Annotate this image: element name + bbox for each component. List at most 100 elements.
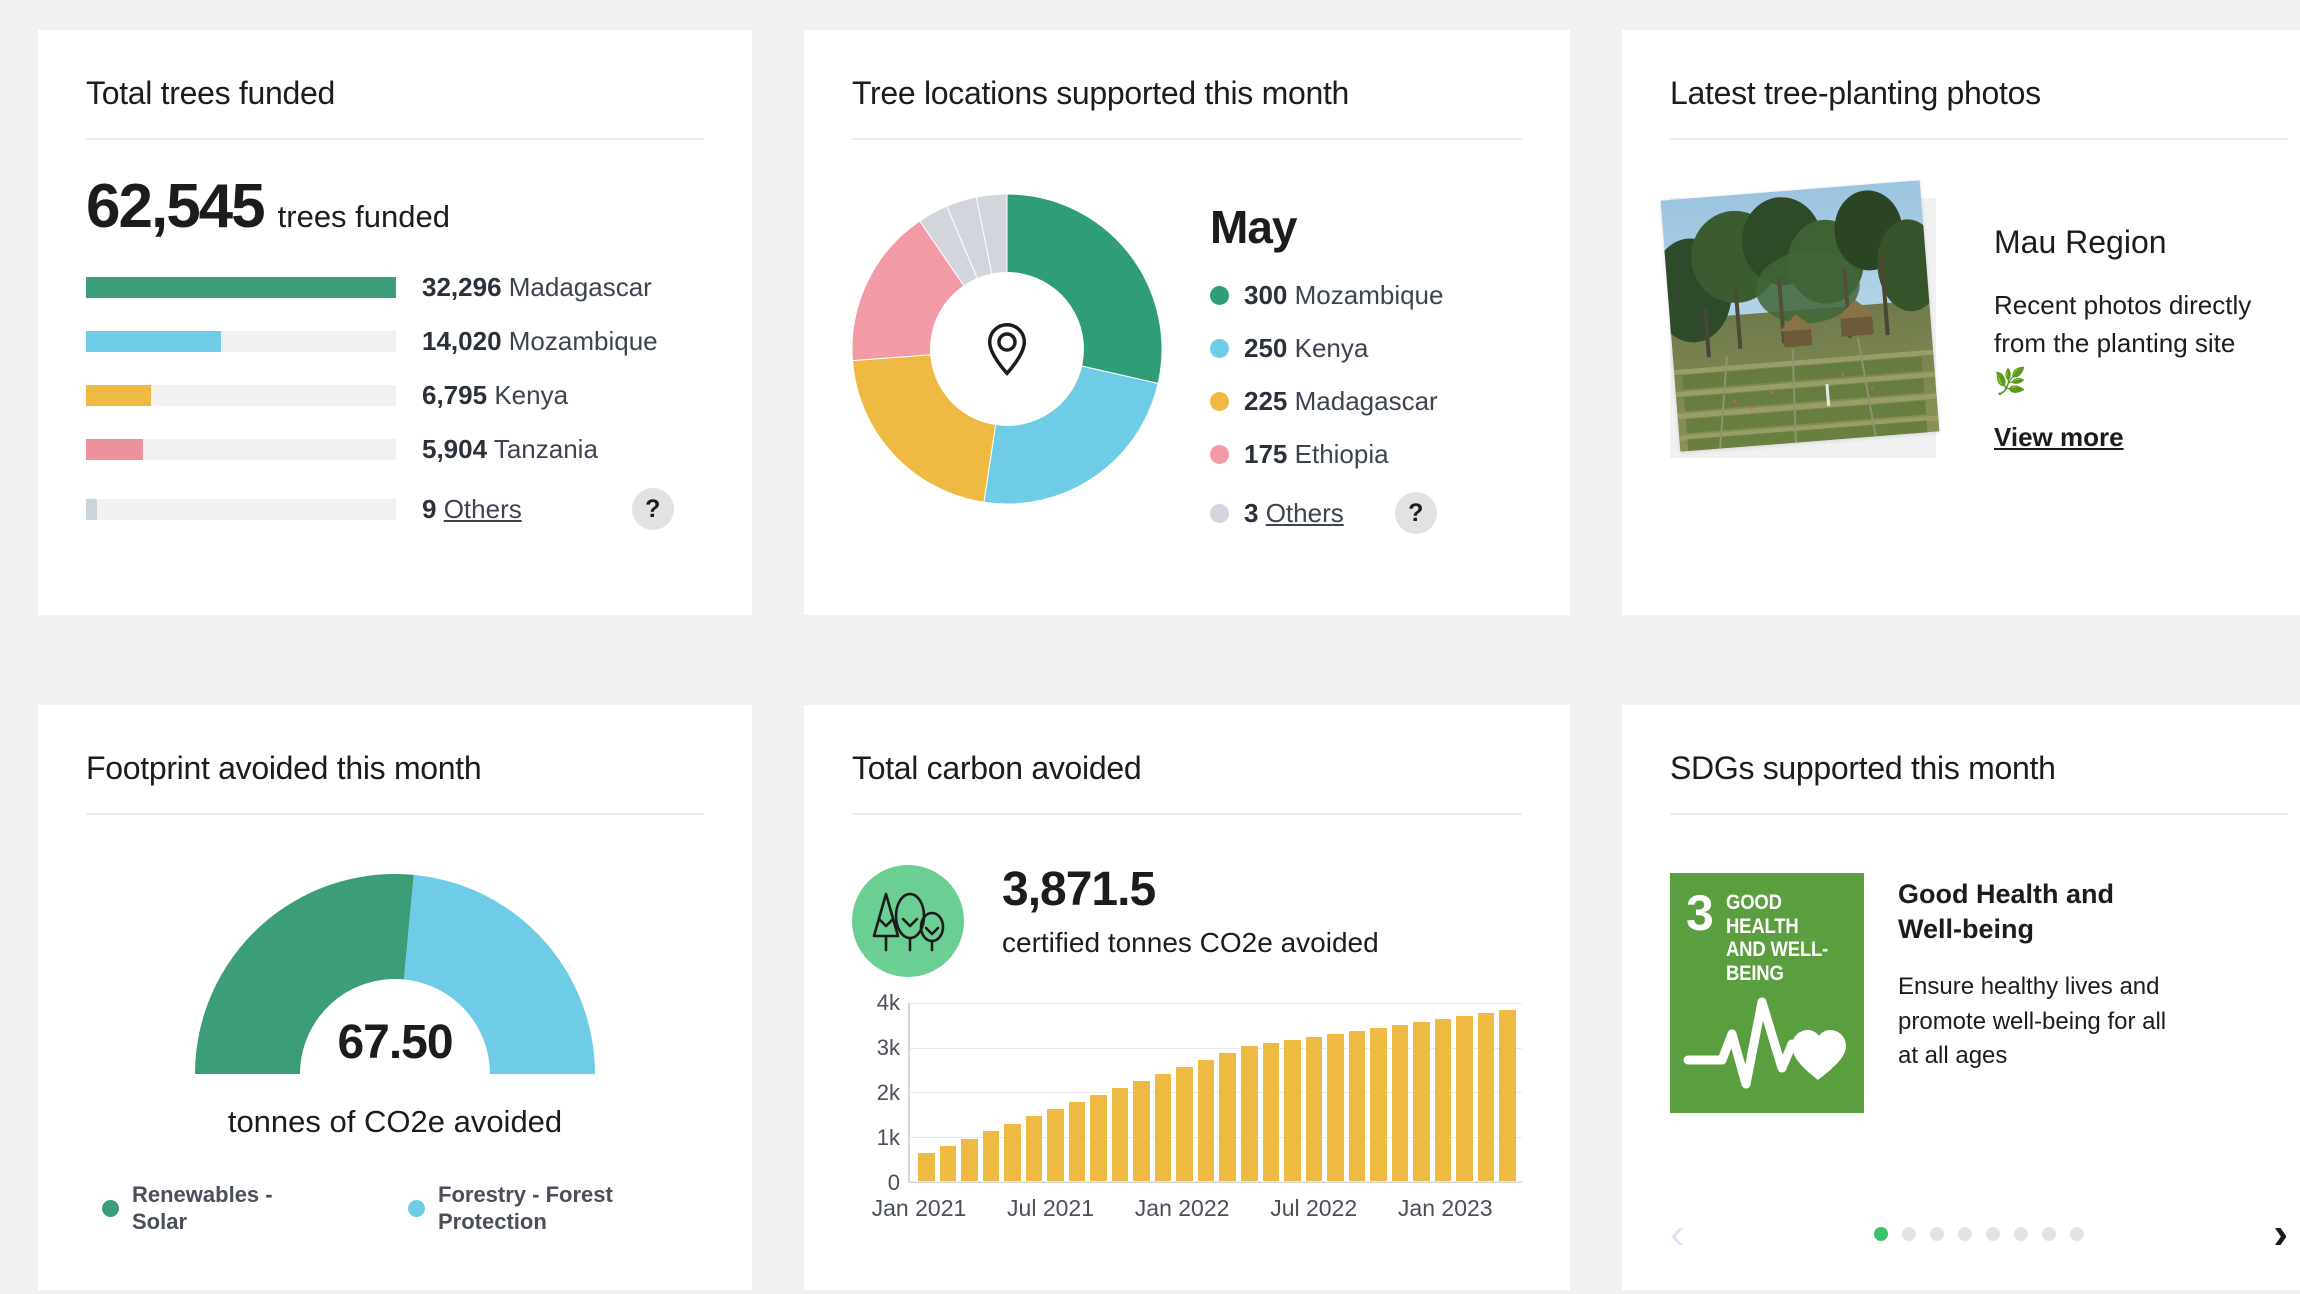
card-body: 67.50 tonnes of CO2e avoided Renewables … (86, 815, 704, 1235)
sdg-goal-tile[interactable]: 3 Good Health and Well-being (1670, 873, 1864, 1113)
bar[interactable] (1069, 1102, 1086, 1181)
legend-item[interactable]: 3 Others? (1210, 492, 1443, 534)
bar-label: 5,904 Tanzania (422, 434, 598, 465)
bar-series (910, 1003, 1522, 1181)
bar[interactable] (961, 1139, 978, 1182)
total-trees-value: 62,545 (86, 176, 264, 238)
bar-label: 6,795 Kenya (422, 380, 568, 411)
legend-item: 250 Kenya (1210, 333, 1443, 364)
legend-item: 175 Ethiopia (1210, 439, 1443, 470)
bar[interactable] (1198, 1060, 1215, 1181)
carbon-summary: 3,871.5 certified tonnes CO2e avoided (852, 851, 1522, 977)
carousel-dot[interactable] (1874, 1227, 1888, 1241)
bar[interactable] (1456, 1016, 1473, 1181)
card-total-carbon-avoided: Total carbon avoided (804, 705, 1570, 1290)
y-axis-tick-label: 2k (877, 1080, 900, 1106)
bar[interactable] (1435, 1019, 1452, 1181)
bar[interactable] (1349, 1031, 1366, 1181)
sdg-tile-header: 3 Good Health and Well-being (1670, 873, 1864, 985)
card-total-trees-funded: Total trees funded 62,545 trees funded 3… (38, 30, 752, 615)
planting-site-photo[interactable] (1661, 181, 1940, 453)
donut-center (930, 272, 1084, 426)
legend-item: 225 Madagascar (1210, 386, 1443, 417)
dashboard-grid: Total trees funded 62,545 trees funded 3… (0, 0, 2300, 1294)
bar[interactable] (1499, 1010, 1516, 1181)
legend-label: 225 Madagascar (1244, 386, 1438, 417)
view-more-link[interactable]: View more (1994, 422, 2264, 453)
gauge-legend-label: Forestry - Forest Protection (438, 1182, 638, 1235)
plot-area (908, 1003, 1522, 1183)
bar[interactable] (1413, 1022, 1430, 1181)
y-axis-tick-label: 4k (877, 990, 900, 1016)
bar[interactable] (1327, 1034, 1344, 1182)
country-bar-list: 32,296 Madagascar14,020 Mozambique6,795 … (86, 272, 704, 530)
carousel-dot[interactable] (2070, 1227, 2084, 1241)
bar-fill (86, 499, 97, 520)
gauge-legend-label: Renewables - Solar (132, 1182, 332, 1235)
legend-label: 300 Mozambique (1244, 280, 1443, 311)
total-trees-summary: 62,545 trees funded (86, 176, 704, 238)
bar-fill (86, 331, 221, 352)
carousel-dot[interactable] (1958, 1227, 1972, 1241)
carousel-dot[interactable] (1986, 1227, 2000, 1241)
card-body: 3 Good Health and Well-being Good Health… (1670, 815, 2288, 1113)
card-title: Tree locations supported this month (852, 74, 1522, 138)
carbon-figures: 3,871.5 certified tonnes CO2e avoided (1002, 865, 1379, 961)
bar[interactable] (918, 1153, 935, 1181)
photo-description: Recent photos directly from the planting… (1994, 287, 2264, 400)
three-trees-icon (852, 865, 964, 977)
sdg-details: Good Health and Well-being Ensure health… (1898, 873, 2178, 1113)
footprint-gauge-chart[interactable]: 67.50 (190, 869, 600, 1074)
bar[interactable] (1284, 1040, 1301, 1182)
carousel-dot[interactable] (2042, 1227, 2056, 1241)
gauge-caption: tonnes of CO2e avoided (228, 1104, 562, 1140)
bar-label[interactable]: 9 Others (422, 494, 522, 525)
bar[interactable] (1004, 1124, 1021, 1181)
legend-color-dot (1210, 392, 1229, 411)
y-axis-tick-label: 1k (877, 1125, 900, 1151)
x-axis-tick-label: Jul 2022 (1270, 1195, 1357, 1222)
bar[interactable] (1241, 1046, 1258, 1182)
card-body: Mau Region Recent photos directly from t… (1670, 140, 2288, 458)
bar[interactable] (1047, 1109, 1064, 1182)
bar[interactable] (1306, 1037, 1323, 1182)
carousel-next-button[interactable]: › (2273, 1212, 2288, 1256)
bar[interactable] (1176, 1067, 1193, 1181)
legend-color-dot (1210, 445, 1229, 464)
bar-label: 32,296 Madagascar (422, 272, 652, 303)
help-icon[interactable]: ? (632, 488, 674, 530)
locations-donut-chart[interactable] (852, 194, 1162, 504)
country-bar-row: 5,904 Tanzania (86, 434, 704, 465)
bar-fill (86, 277, 396, 298)
card-footprint-avoided: Footprint avoided this month 67.50 tonne… (38, 705, 752, 1290)
legend-month: May (1210, 200, 1443, 254)
donut-layout: May 300 Mozambique 250 Kenya 225 Madagasca… (852, 176, 1522, 534)
help-icon[interactable]: ? (1395, 492, 1437, 534)
bar[interactable] (1478, 1013, 1495, 1181)
carousel-dot[interactable] (2014, 1227, 2028, 1241)
photo-layout: Mau Region Recent photos directly from t… (1670, 176, 2288, 458)
bar[interactable] (940, 1146, 957, 1182)
bar[interactable] (983, 1131, 1000, 1181)
card-latest-photos: Latest tree-planting photos (1622, 30, 2300, 615)
bar[interactable] (1155, 1074, 1172, 1181)
sdg-tile-title: Good Health and Well-being (1726, 891, 1835, 985)
bar[interactable] (1112, 1088, 1129, 1181)
x-axis: Jan 2021Jul 2021Jan 2022Jul 2022Jan 2023 (908, 1195, 1522, 1225)
bar[interactable] (1370, 1028, 1387, 1181)
sdg-layout: 3 Good Health and Well-being Good Health… (1670, 851, 2288, 1113)
card-body: 62,545 trees funded 32,296 Madagascar14,… (86, 140, 704, 530)
bar[interactable] (1090, 1095, 1107, 1181)
bar[interactable] (1392, 1025, 1409, 1181)
bar[interactable] (1133, 1081, 1150, 1182)
bar[interactable] (1219, 1053, 1236, 1182)
bar[interactable] (1026, 1116, 1043, 1181)
bar[interactable] (1263, 1043, 1280, 1181)
gauge-value: 67.50 (190, 1015, 600, 1070)
legend-label: 250 Kenya (1244, 333, 1368, 364)
carousel-dot[interactable] (1930, 1227, 1944, 1241)
carousel-prev-button[interactable]: ‹ (1670, 1212, 1685, 1256)
bar-track (86, 499, 396, 520)
carbon-bar-chart[interactable]: 01k2k3k4k Jan 2021Jul 2021Jan 2022Jul 20… (852, 1003, 1522, 1225)
carousel-dot[interactable] (1902, 1227, 1916, 1241)
